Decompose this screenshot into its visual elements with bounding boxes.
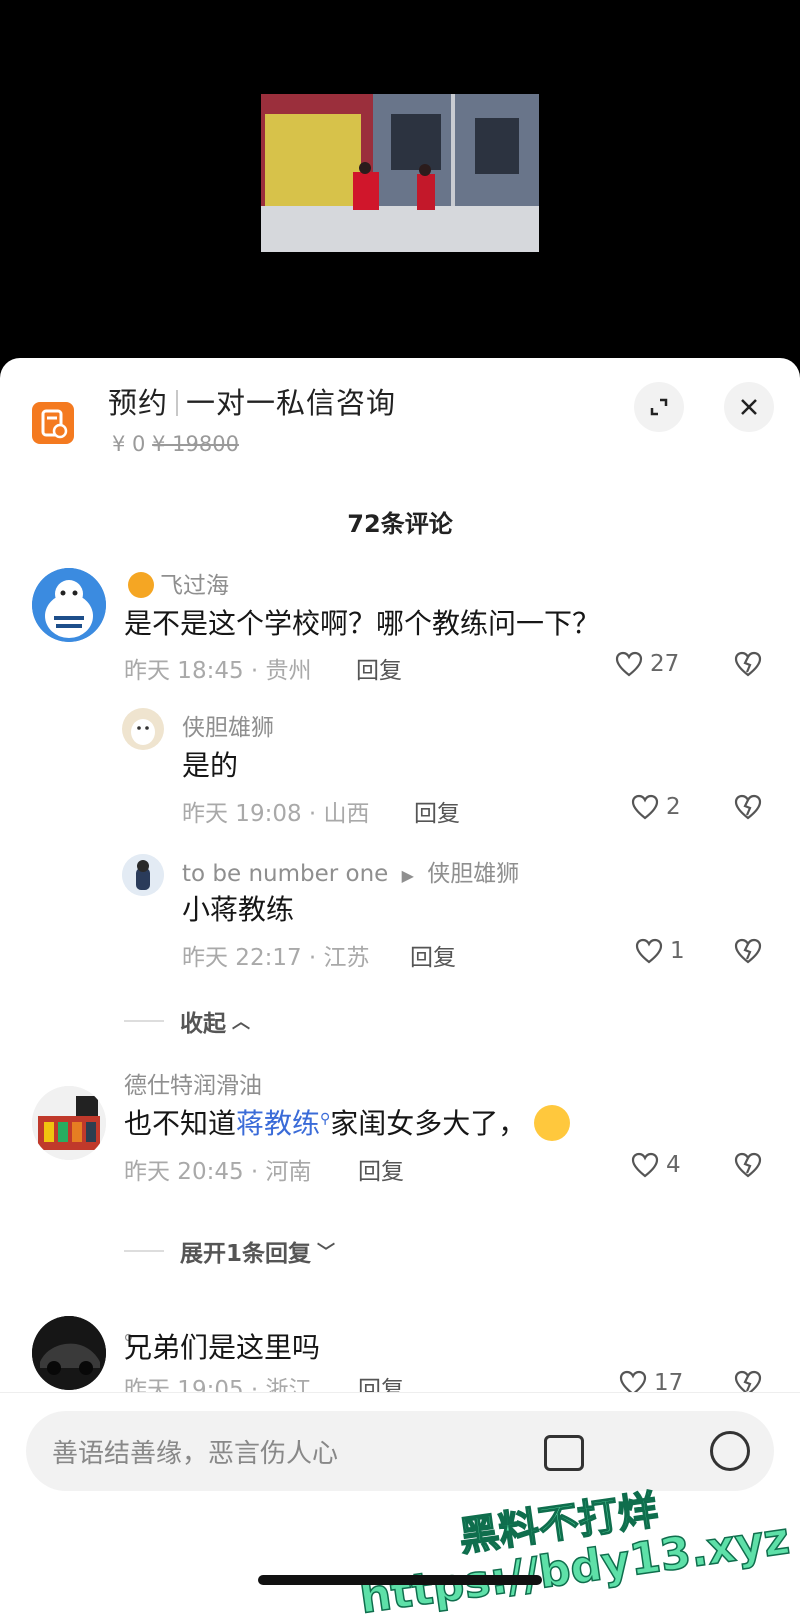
search-icon: ⚲ <box>320 1111 331 1127</box>
comment-meta: 昨天 20:45 · 河南 <box>124 1159 312 1185</box>
reply-arrow-icon: ▶ <box>401 866 414 885</box>
chevron-up-icon: ︿ <box>232 1012 250 1033</box>
image-icon[interactable] <box>544 1435 584 1471</box>
like-count: 4 <box>666 1152 681 1178</box>
video-area[interactable] <box>0 0 800 360</box>
comment-text-part: 家闺女多大了， <box>330 1107 527 1140</box>
reply-to-username[interactable]: 侠胆雄狮 <box>427 861 519 887</box>
promo-divider <box>176 390 179 416</box>
dislike-button[interactable] <box>732 1151 764 1183</box>
price-now: ¥ 0 <box>112 432 146 456</box>
comment-text: 也不知道蒋教练⚲家闺女多大了， <box>124 1102 571 1142</box>
video-frame-image <box>261 94 539 252</box>
like-button[interactable]: 1 <box>634 937 685 965</box>
expand-label: 展开1条回复 <box>180 1241 312 1267</box>
avatar[interactable] <box>32 1316 106 1390</box>
avatar-image <box>32 1086 106 1160</box>
chevron-down-icon: ﹀ <box>317 1242 336 1263</box>
reply-button[interactable]: 回复 <box>356 651 402 685</box>
collapse-replies-button[interactable]: 收起 ︿ <box>124 1004 250 1038</box>
comments-count: 72条评论 <box>347 510 453 538</box>
tiger-badge-icon <box>128 572 154 598</box>
like-button[interactable]: 27 <box>614 650 679 678</box>
broken-heart-icon <box>734 651 762 677</box>
price-old: ¥ 19800 <box>152 432 239 456</box>
promo-title[interactable]: 预约 一对一私信咨询 <box>108 380 396 422</box>
comment-input[interactable]: 善语结善缘，恶言伤人心 <box>26 1411 774 1491</box>
booking-icon[interactable] <box>32 402 74 444</box>
reply-header: to be number one ▶ 侠胆雄狮 <box>182 854 519 888</box>
comment-text-part: 也不知道 <box>124 1107 237 1140</box>
comment-meta: 昨天 18:45 · 贵州 <box>124 658 312 684</box>
comment-text: 是的 <box>182 749 239 782</box>
like-count: 2 <box>666 794 681 820</box>
dislike-button[interactable] <box>732 793 764 825</box>
avatar[interactable] <box>122 708 164 750</box>
dislike-button[interactable] <box>732 650 764 682</box>
reply-button[interactable]: 回复 <box>410 938 456 972</box>
comment-input-bar: 善语结善缘，恶言伤人心 黑料不打烊 https://bdy13.xyz <box>0 1392 800 1622</box>
username[interactable]: 侠胆雄狮 <box>182 708 274 742</box>
avatar-image <box>32 1316 106 1390</box>
heart-icon <box>615 651 643 677</box>
like-button[interactable]: 2 <box>630 793 681 821</box>
divider-line <box>124 1250 164 1252</box>
heart-icon <box>631 1152 659 1178</box>
comment-text: 是不是这个学校啊？哪个教练问一下？ <box>124 607 601 640</box>
search-link[interactable]: 蒋教练⚲ <box>236 1107 330 1140</box>
like-count: 1 <box>670 938 685 964</box>
broken-heart-icon <box>734 1152 762 1178</box>
expand-button[interactable] <box>634 382 684 432</box>
close-button[interactable] <box>724 382 774 432</box>
username[interactable]: 德仕特润滑油 <box>124 1066 262 1100</box>
laughing-emoji-icon <box>534 1105 571 1141</box>
reply-button[interactable]: 回复 <box>414 794 460 828</box>
avatar-image <box>122 854 164 896</box>
reply-button[interactable]: 回复 <box>358 1152 404 1186</box>
emoji-icon[interactable] <box>710 1431 750 1471</box>
avatar[interactable] <box>32 1086 106 1160</box>
avatar[interactable] <box>32 568 106 642</box>
avatar[interactable] <box>122 854 164 896</box>
broken-heart-icon <box>734 794 762 820</box>
collapse-label: 收起 <box>180 1011 226 1037</box>
username[interactable]: 飞过海 <box>128 566 229 600</box>
promo-price: ¥ 0 ¥ 19800 <box>112 432 239 456</box>
divider-line <box>124 1020 164 1022</box>
close-icon <box>741 399 757 415</box>
expand-icon <box>650 398 668 416</box>
avatar-image <box>32 568 106 642</box>
comment-meta: 昨天 19:08 · 山西 <box>182 801 370 827</box>
avatar-image <box>122 708 164 750</box>
heart-icon <box>635 938 663 964</box>
promo-title-left: 预约 <box>108 386 169 420</box>
comment-meta: 昨天 22:17 · 江苏 <box>182 945 370 971</box>
broken-heart-icon <box>734 938 762 964</box>
expand-replies-button[interactable]: 展开1条回复 ﹀ <box>124 1234 335 1268</box>
username[interactable]: to be number one <box>182 861 388 887</box>
comment-input-placeholder: 善语结善缘，恶言伤人心 <box>52 1439 339 1469</box>
dislike-button[interactable] <box>732 937 764 969</box>
like-count: 27 <box>650 651 680 677</box>
home-indicator[interactable] <box>258 1575 542 1585</box>
video-thumbnail[interactable] <box>261 94 539 252</box>
comment-text: 兄弟们是这里吗 <box>124 1331 321 1364</box>
comment-text: 小蒋教练 <box>182 893 295 926</box>
comment-sheet: 预约 一对一私信咨询 ¥ 0 ¥ 19800 72条评论 飞过海 是不是这个学校啊… <box>0 358 800 1622</box>
search-link-label: 蒋教练 <box>236 1107 321 1140</box>
like-button[interactable]: 4 <box>630 1151 681 1179</box>
heart-icon <box>631 794 659 820</box>
promo-title-right: 一对一私信咨询 <box>186 386 397 420</box>
